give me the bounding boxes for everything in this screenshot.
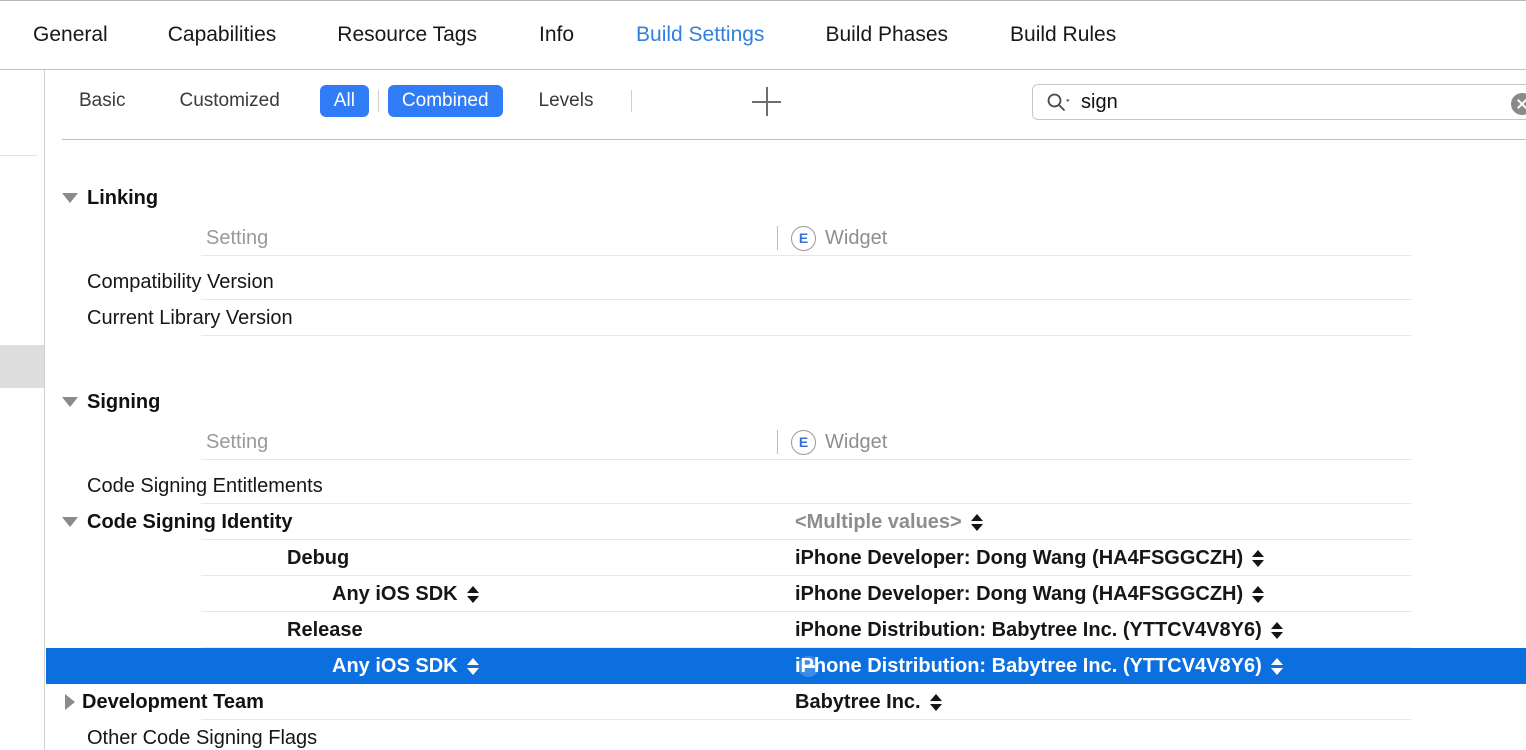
value-stepper-icon[interactable] <box>970 509 984 535</box>
project-editor-tabbar: General Capabilities Resource Tags Info … <box>0 1 1526 70</box>
tab-build-rules[interactable]: Build Rules <box>1010 23 1116 47</box>
column-header-target-label: Widget <box>825 226 888 249</box>
filterbar-left-gutter <box>0 70 45 132</box>
disclosure-triangle-icon[interactable] <box>62 397 78 407</box>
settings-table: Linking Setting E Widget Compatibility V… <box>46 132 1526 750</box>
section-header-signing[interactable]: Signing <box>46 384 1526 420</box>
column-header-row-signing: Setting E Widget <box>46 424 1526 460</box>
section-title-signing: Signing <box>87 390 161 413</box>
setting-value[interactable]: iPhone Distribution: Babytree Inc. (YTTC… <box>795 648 1284 684</box>
table-row-development-team[interactable]: Development Team Babytree Inc. <box>46 684 1526 720</box>
setting-value[interactable]: iPhone Developer: Dong Wang (HA4FSGGCZH) <box>795 576 1265 612</box>
disclosure-triangle-icon[interactable] <box>65 694 75 710</box>
setting-value[interactable]: iPhone Developer: Dong Wang (HA4FSGGCZH) <box>795 540 1265 576</box>
search-field[interactable]: sign <box>1032 84 1526 120</box>
filter-all[interactable]: All <box>319 85 369 117</box>
xcode-build-settings-panel: General Capabilities Resource Tags Info … <box>0 0 1526 750</box>
table-row-debug-any-ios-sdk[interactable]: Any iOS SDK iPhone Developer: Dong Wang … <box>46 576 1526 612</box>
setting-value-text: <Multiple values> <box>795 511 962 533</box>
table-row[interactable]: Current Library Version <box>46 300 1526 336</box>
setting-value[interactable]: Babytree Inc. <box>795 684 943 720</box>
setting-value[interactable]: <Multiple values> <box>795 504 984 540</box>
search-icon <box>1046 92 1072 112</box>
table-row[interactable]: Compatibility Version <box>46 264 1526 300</box>
column-header-target-label: Widget <box>825 430 888 453</box>
clear-search-icon[interactable] <box>1511 93 1526 115</box>
tab-build-settings[interactable]: Build Settings <box>636 23 764 47</box>
filter-segmented-controls: Basic Customized All Combined Levels <box>45 70 641 132</box>
setting-value-text: iPhone Distribution: Babytree Inc. (YTTC… <box>795 655 1262 677</box>
section-title-linking: Linking <box>87 186 159 209</box>
setting-value-text: iPhone Distribution: Babytree Inc. (YTTC… <box>795 619 1262 641</box>
table-row-code-signing-identity[interactable]: Code Signing Identity <Multiple values> <box>46 504 1526 540</box>
build-settings-filterbar: Basic Customized All Combined Levels sig… <box>0 70 1526 133</box>
filter-basic[interactable]: Basic <box>65 85 139 117</box>
build-settings-body: Linking Setting E Widget Compatibility V… <box>0 132 1526 750</box>
value-stepper-icon[interactable] <box>1270 653 1284 679</box>
value-stepper-icon[interactable] <box>1251 581 1265 607</box>
extension-target-icon: E <box>791 429 816 455</box>
extension-target-icon: E <box>791 225 816 251</box>
filter-combined[interactable]: Combined <box>387 85 503 117</box>
left-gutter <box>0 132 45 750</box>
column-header-setting: Setting <box>206 431 269 453</box>
setting-name: Current Library Version <box>87 307 293 329</box>
setting-group-code-signing-identity: Code Signing Identity <box>62 504 293 540</box>
table-row[interactable]: Other Code Signing Flags <box>46 720 1526 750</box>
setting-value-text: iPhone Developer: Dong Wang (HA4FSGGCZH) <box>795 547 1244 569</box>
setting-name: Development Team <box>82 690 264 713</box>
filter-divider-1 <box>377 90 379 112</box>
sdk-name: Any iOS SDK <box>332 583 458 605</box>
setting-value-text: iPhone Developer: Dong Wang (HA4FSGGCZH) <box>795 583 1244 605</box>
value-stepper-icon[interactable] <box>1251 545 1265 571</box>
add-build-setting-icon[interactable] <box>752 87 782 117</box>
configuration-name: Debug <box>287 547 350 569</box>
sdk-stepper-icon[interactable] <box>466 581 480 607</box>
tab-info[interactable]: Info <box>539 23 574 47</box>
filter-customized[interactable]: Customized <box>165 85 293 117</box>
column-header-setting: Setting <box>206 227 269 249</box>
setting-name: Other Code Signing Flags <box>87 727 318 749</box>
tab-general[interactable]: General <box>33 23 108 47</box>
section-header-linking[interactable]: Linking <box>46 180 1526 216</box>
setting-name: Code Signing Entitlements <box>87 475 323 497</box>
disclosure-triangle-icon[interactable] <box>62 517 78 527</box>
table-row-release-any-ios-sdk-selected[interactable]: Any iOS SDK iPhone Distribution: Babytre… <box>46 648 1526 684</box>
table-top-divider <box>62 139 1526 140</box>
column-divider <box>777 430 778 454</box>
row-separator <box>201 459 1411 460</box>
column-divider <box>777 226 778 250</box>
column-header-row-linking: Setting E Widget <box>46 220 1526 256</box>
value-stepper-icon[interactable] <box>1270 617 1284 643</box>
sdk-stepper-icon[interactable] <box>466 653 480 679</box>
sdk-name-wrap[interactable]: Any iOS SDK <box>332 576 480 612</box>
section-title-signing-wrap: Signing <box>62 384 160 420</box>
row-separator <box>201 255 1411 256</box>
gutter-highlight-block <box>0 345 44 388</box>
setting-group-development-team: Development Team <box>62 684 264 720</box>
value-stepper-icon[interactable] <box>929 689 943 715</box>
setting-name: Code Signing Identity <box>87 510 293 533</box>
table-row-debug[interactable]: Debug iPhone Developer: Dong Wang (HA4FS… <box>46 540 1526 576</box>
tab-build-phases[interactable]: Build Phases <box>825 23 948 47</box>
disclosure-triangle-icon[interactable] <box>62 193 78 203</box>
sdk-name-wrap[interactable]: Any iOS SDK <box>332 648 480 684</box>
filter-divider-2 <box>631 90 633 112</box>
tab-capabilities[interactable]: Capabilities <box>168 23 277 47</box>
sdk-name: Any iOS SDK <box>332 655 458 677</box>
setting-name: Compatibility Version <box>87 271 274 293</box>
setting-value-text: Babytree Inc. <box>795 691 921 713</box>
table-row[interactable]: Code Signing Entitlements <box>46 468 1526 504</box>
column-header-target: E Widget <box>777 220 887 256</box>
tab-resource-tags[interactable]: Resource Tags <box>337 23 477 47</box>
row-separator <box>201 335 1411 336</box>
filter-levels[interactable]: Levels <box>525 85 608 117</box>
search-input[interactable]: sign <box>1081 91 1526 114</box>
column-header-target: E Widget <box>777 424 887 460</box>
table-row-release[interactable]: Release iPhone Distribution: Babytree In… <box>46 612 1526 648</box>
setting-value[interactable]: iPhone Distribution: Babytree Inc. (YTTC… <box>795 612 1284 648</box>
gutter-divider <box>0 155 37 156</box>
section-title-linking-wrap: Linking <box>62 180 158 216</box>
configuration-name: Release <box>287 619 363 641</box>
